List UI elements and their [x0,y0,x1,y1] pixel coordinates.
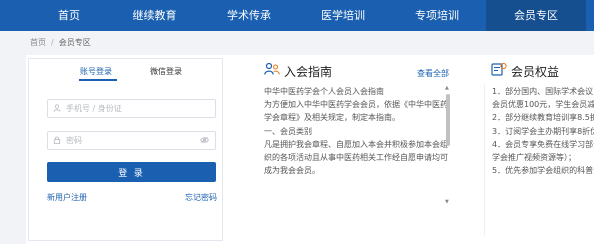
phone-input[interactable] [66,104,186,113]
nav-item-home[interactable]: 首页 [31,0,107,31]
guide-line: 凡是拥护我会章程、自愿加入本会并积极参加本会组 [264,139,448,149]
lock-icon [48,136,66,146]
login-button[interactable]: 登 录 [47,162,216,182]
rights-line: 4．会员专享免费在线学习部分视频 [492,139,594,149]
main-panel: 账号登录 微信登录 登 录 新用户注册 忘记密码 入会指南 查 [26,55,594,244]
nav-item-member-zone[interactable]: 会员专区 [486,0,586,31]
guide-header: 入会指南 查看全部 [264,60,449,80]
guide-scrollbar[interactable]: ▲ ▼ [445,85,450,205]
breadcrumb: 首页 / 会员专区 [30,37,91,48]
password-field[interactable] [47,131,216,150]
guide-line: 中华中医药学会个人会员入会指南 [264,87,384,96]
members-icon [264,62,280,80]
login-tabs: 账号登录 微信登录 [29,59,222,81]
guide-title: 入会指南 [284,65,333,79]
rights-line: 5．优先参加学会组织的科普活动 [492,166,594,176]
rights-line: 学会推广视频资源等）； [492,153,576,163]
rights-title: 会员权益 [511,65,560,79]
rights-content: 1．部分国内、国际学术会议（限… 会员优惠100元，学生会员减半； 2．部分继续… [484,85,594,235]
password-input[interactable] [66,136,186,145]
forgot-password-link[interactable]: 忘记密码 [185,192,217,203]
scroll-thumb[interactable] [446,94,450,146]
nav-item-special-training[interactable]: 专项培训 [390,0,484,31]
active-tab-underline [79,79,117,81]
scroll-down-icon[interactable]: ▼ [445,199,449,205]
tab-wechat-login[interactable]: 微信登录 [150,66,182,77]
benefits-icon [491,62,507,80]
top-nav: 首页 继续教育 学术传承 医学培训 专项培训 会员专区 [0,0,594,31]
guide-line: 一、会员类别 [264,126,312,136]
guide-line: 成为我会会员。 [264,166,320,176]
breadcrumb-separator: / [51,38,54,47]
eye-off-icon[interactable] [200,136,209,146]
nav-item-academic-heritage[interactable]: 学术传承 [202,0,296,31]
user-icon [48,103,66,114]
nav-item-medical-training[interactable]: 医学培训 [296,0,390,31]
guide-line: 为方便加入中华中医药学会会员，依据《中华中医药 [264,100,448,110]
tab-account-login[interactable]: 账号登录 [80,66,112,77]
rights-line: 会员优惠100元，学生会员减半； [492,100,594,110]
guide-content: 中华中医药学会个人会员入会指南 为方便加入中华中医药学会会员，依据《中华中医药 … [264,85,450,205]
view-all-link[interactable]: 查看全部 [417,68,449,79]
login-card: 账号登录 微信登录 登 录 新用户注册 忘记密码 [28,58,223,241]
rights-header: 会员权益 [491,60,594,80]
breadcrumb-current: 会员专区 [58,38,91,47]
guide-line: 学会章程》及相关规定，制定本指南。 [264,113,400,123]
register-link[interactable]: 新用户注册 [47,192,87,203]
rights-line: 3．订阅学会主办期刊享8折优惠； [492,126,594,136]
guide-line: 织的各项活动且从事中医药相关工作经自愿申请均可 [264,153,448,163]
rights-line: 2．部分继续教育培训享8.5折优惠 [492,113,594,123]
phone-field[interactable] [47,99,216,118]
breadcrumb-home[interactable]: 首页 [30,38,46,47]
rights-line: 1．部分国内、国际学术会议（限… [492,87,594,96]
nav-item-continuing-education[interactable]: 继续教育 [107,0,202,31]
scroll-up-icon[interactable]: ▲ [445,85,449,91]
